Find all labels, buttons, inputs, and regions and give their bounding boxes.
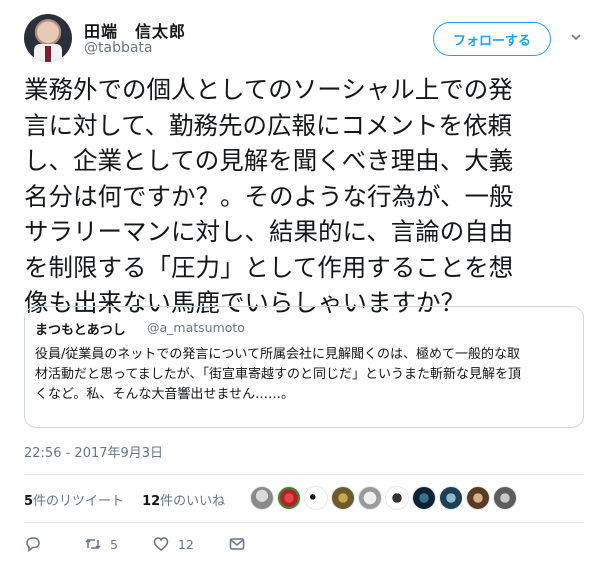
chevron-down-icon[interactable]: [571, 32, 581, 42]
tweet-text-line: を制限する「圧力」として作用することを想: [24, 252, 514, 282]
quoted-text: 役員/従業員のネットでの発言について所属会社に見解聞くのは、極めて一般的な取 材…: [35, 345, 580, 405]
quoted-author-handle: @a_matsumoto: [147, 320, 245, 335]
tweet-stats: 5件のリツイート 12件のいいね: [24, 484, 243, 514]
tweet-text-line: 名分は何ですか？。そのような行為が、一般: [24, 181, 514, 211]
tweet-timestamp[interactable]: 22:56 - 2017年9月3日: [24, 442, 163, 461]
tweet-text-line: サラリーマンに対し、結果的に、言論の自由: [24, 217, 514, 246]
reply-button[interactable]: [24, 535, 50, 553]
reply-icon: [26, 537, 40, 553]
liker-avatar[interactable]: [304, 486, 328, 510]
tweet-text-line: 言に対して、勤務先の広報にコメントを依頼: [24, 110, 513, 140]
liker-avatar[interactable]: [493, 486, 517, 510]
retweet-button[interactable]: 5: [84, 535, 118, 553]
tweet-text-line: し、企業としての見解を聞くべき理由、大義: [24, 146, 514, 175]
liker-avatar[interactable]: [466, 486, 490, 510]
likes-stat[interactable]: 12件のいいね: [142, 490, 225, 509]
tweet-text-line: 業務外での個人としてのソーシャル上での発: [24, 75, 513, 104]
quoted-text-line: くなど。私、そんな大音響出せません……。: [35, 387, 294, 402]
retweet-count: 5: [110, 536, 118, 552]
divider: [24, 522, 584, 523]
retweet-icon: [85, 538, 101, 550]
author-handle[interactable]: @tabbata: [84, 40, 153, 56]
like-button[interactable]: 12: [152, 535, 194, 553]
author-name[interactable]: 田端 信太郎: [84, 18, 186, 42]
liker-avatar[interactable]: [331, 486, 355, 510]
likes-label: 件のいいね: [160, 493, 226, 509]
likes-count: 12: [142, 493, 161, 509]
liker-avatar[interactable]: [250, 486, 274, 510]
author-avatar[interactable]: [24, 14, 72, 62]
tweet-header: 田端 信太郎 @tabbata フォローする: [24, 14, 584, 62]
quoted-text-line: 材活動だと思ってましたが、「街宣車寄越すのと同じだ」というまた斬新な見解を頂: [35, 367, 521, 382]
direct-message-button[interactable]: [228, 535, 254, 553]
quoted-tweet[interactable]: まつもとあつし @a_matsumoto 役員/従業員のネットでの発言について所…: [24, 306, 584, 428]
like-count: 12: [177, 536, 194, 552]
liker-avatar[interactable]: [385, 486, 409, 510]
tweet-actions: 5 12: [24, 532, 288, 556]
divider: [24, 474, 584, 475]
follow-button[interactable]: フォローする: [433, 22, 551, 56]
liker-avatar[interactable]: [412, 486, 436, 510]
quoted-text-line: 役員/従業員のネットでの発言について所属会社に見解聞くのは、極めて一般的な取: [35, 347, 520, 362]
retweets-count: 5: [24, 493, 34, 509]
like-icon: [153, 537, 169, 551]
liker-avatar[interactable]: [277, 486, 301, 510]
retweets-stat[interactable]: 5件のリツイート: [24, 490, 124, 509]
likers-avatars: [250, 486, 520, 512]
tweet-text: 業務外での個人としてのソーシャル上での発 言に対して、勤務先の広報にコメントを依…: [24, 72, 584, 321]
liker-avatar[interactable]: [439, 486, 463, 510]
liker-avatar[interactable]: [358, 486, 382, 510]
message-icon: [229, 538, 245, 550]
retweets-label: 件のリツイート: [33, 493, 125, 509]
quoted-author-name: まつもとあつし: [35, 323, 126, 338]
